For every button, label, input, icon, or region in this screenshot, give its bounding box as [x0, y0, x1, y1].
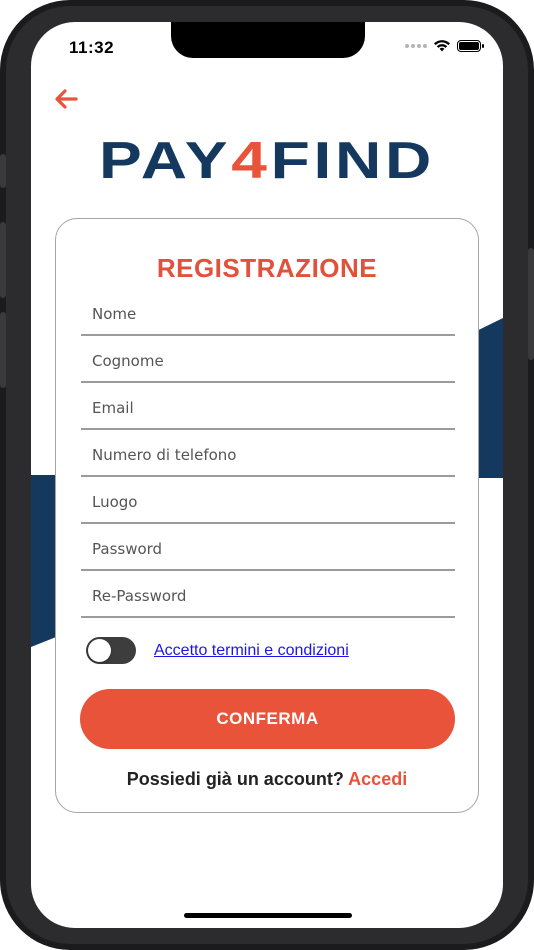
phone-field [81, 435, 455, 477]
confirm-button[interactable]: CONFERMA [80, 689, 455, 749]
pay4find-logo: PAY 4 FIND [99, 134, 435, 184]
terms-row: Accetto termini e condizioni [86, 637, 349, 664]
status-time: 11:32 [69, 38, 115, 57]
toggle-knob [88, 639, 111, 662]
form-title: REGISTRAZIONE [156, 253, 378, 283]
app-screen: 11:32 PAY 4 FIND REGISTRAZIONE Nome Cogn… [31, 22, 503, 928]
notch [171, 22, 365, 58]
logo-text: PAY 4 FIND [99, 134, 435, 184]
password-input[interactable] [81, 529, 455, 569]
password-field [81, 529, 455, 571]
phone-input[interactable] [81, 435, 455, 475]
repassword-input[interactable] [81, 576, 455, 616]
repassword-field [81, 576, 455, 618]
place-input[interactable] [81, 482, 455, 522]
signal-dots-icon [405, 43, 427, 48]
wifi-icon [434, 40, 450, 52]
decorative-stripe-right [477, 318, 503, 478]
terms-toggle[interactable] [86, 637, 136, 664]
power-button [528, 248, 534, 360]
battery-icon [457, 39, 484, 52]
surname-field [81, 341, 455, 383]
terms-link[interactable]: Accetto termini e condizioni [154, 642, 349, 660]
surname-input[interactable] [81, 341, 455, 381]
login-row: Possiedi già un account? Accedi [56, 769, 478, 790]
place-field [81, 482, 455, 524]
registration-card: REGISTRAZIONE Nome Cognome Email Numero … [55, 218, 479, 813]
arrow-left-icon [55, 89, 78, 109]
email-field [81, 388, 455, 430]
name-field [81, 294, 455, 336]
name-input[interactable] [81, 294, 455, 334]
phone-frame: 11:32 PAY 4 FIND REGISTRAZIONE Nome Cogn… [0, 0, 534, 950]
decorative-stripe-left [31, 475, 57, 647]
email-input[interactable] [81, 388, 455, 428]
home-indicator [184, 913, 352, 918]
login-prompt: Possiedi già un account? [126, 769, 344, 789]
status-icons [405, 39, 484, 52]
back-button[interactable] [51, 84, 81, 114]
login-link[interactable]: Accedi [348, 769, 407, 789]
